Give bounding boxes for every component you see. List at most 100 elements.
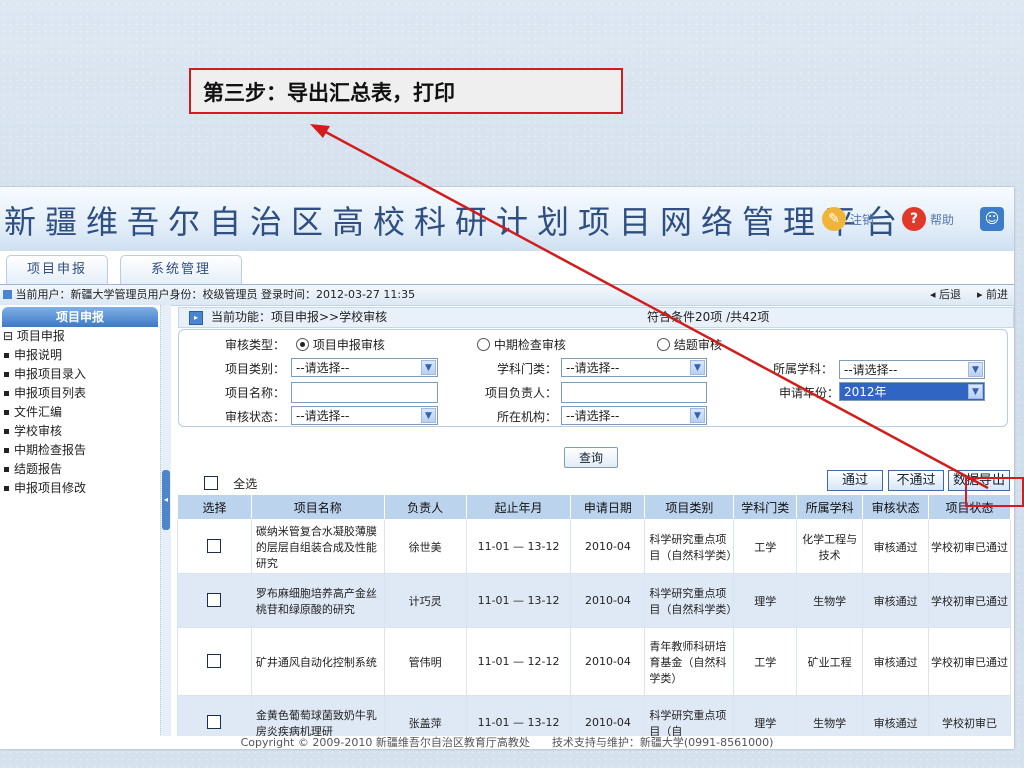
collapse-sidebar-icon[interactable]: ◂ [162, 470, 170, 530]
org-select[interactable]: --请选择-- ▼ [561, 406, 707, 425]
tab-system-manage[interactable]: 系统管理 [120, 255, 242, 284]
cell-subject: 矿业工程 [796, 627, 864, 696]
select-all[interactable]: 全选 [204, 475, 257, 492]
result-summary: 符合条件20项 /共42项 [647, 310, 770, 324]
chevron-down-icon: ▼ [968, 362, 983, 377]
select-all-label: 全选 [233, 477, 258, 491]
cell-category: 科学研究重点项目（自然科学类） [644, 519, 737, 574]
row-checkbox[interactable] [207, 593, 222, 607]
cell-audit-status: 审核通过 [862, 627, 930, 696]
project-name-input[interactable] [291, 382, 438, 403]
subject-select[interactable]: --请选择-- ▼ [839, 360, 985, 379]
info-icon [3, 290, 12, 299]
cell-period: 11-01 — 13-12 [465, 519, 572, 574]
col-apply-date: 申请日期 [570, 494, 646, 520]
table-row[interactable]: 碳纳米管复合水凝胶薄膜的层层自组装合成及性能研究 徐世美 11-01 — 13-… [177, 519, 1011, 574]
cell-audit-status: 审核通过 [862, 573, 930, 628]
year-label: 申请年份： [779, 386, 840, 400]
query-button[interactable]: 查询 [564, 447, 618, 468]
cell-leader: 徐世美 [383, 519, 467, 574]
user-status-bar: 当前用户：新疆大学管理员用户身份：校级管理员 登录时间：2012-03-27 1… [0, 285, 1014, 306]
users-button[interactable]: ☺ [980, 207, 1004, 231]
chevron-down-icon: ▼ [421, 408, 436, 423]
sidebar-item-project-list[interactable]: 申报项目列表 [0, 384, 160, 403]
audit-status-label: 审核状态： [225, 410, 286, 424]
cell-project-name: 矿井通风自动化控制系统 [250, 627, 385, 696]
cell-audit-status: 审核通过 [862, 519, 930, 574]
cell-project-status: 学校初审已通过 [928, 573, 1011, 628]
cell-leader: 管伟明 [383, 627, 467, 696]
sidebar-item-declare-notes[interactable]: 申报说明 [0, 346, 160, 365]
category-select[interactable]: --请选择-- ▼ [291, 358, 438, 377]
export-highlight-box [965, 477, 1024, 507]
radio-unchecked-icon [657, 338, 670, 351]
sidebar-item-label: 申报项目录入 [14, 367, 87, 381]
leader-label: 项目负责人： [485, 386, 558, 400]
col-project-name: 项目名称 [250, 494, 385, 520]
row-checkbox[interactable] [207, 539, 222, 553]
login-time: 登录时间：2012-03-27 11:35 [261, 288, 416, 301]
year-select[interactable]: 2012年 ▼ [839, 382, 985, 401]
select-all-checkbox[interactable] [204, 476, 218, 490]
cell-leader: 计巧灵 [383, 573, 467, 628]
current-function: 当前功能：项目申报>>学校审核 [211, 310, 388, 324]
reject-button[interactable]: 不通过 [888, 470, 944, 491]
back-button[interactable]: ◂ 后退 [930, 285, 961, 305]
project-table: 选择 项目名称 负责人 起止年月 申请日期 项目类别 学科门类 所属学科 审核状… [177, 494, 1011, 749]
row-checkbox[interactable] [207, 715, 222, 729]
project-name-label: 项目名称： [225, 386, 286, 400]
row-checkbox-cell[interactable] [177, 573, 252, 628]
cell-category: 科学研究重点项目（自然科学类） [644, 573, 737, 628]
user-role: 用户身份：校级管理员 [147, 288, 258, 301]
chevron-down-icon: ▼ [690, 360, 705, 375]
audit-status-select[interactable]: --请选择-- ▼ [291, 406, 438, 425]
cell-subject: 化学工程与技术 [796, 519, 864, 574]
tab-project-declare[interactable]: 项目申报 [6, 255, 108, 284]
radio-label: 项目申报审核 [312, 338, 385, 352]
select-value: --请选择-- [844, 363, 898, 377]
sidebar-item-school-audit[interactable]: 学校审核 [0, 422, 160, 441]
cell-discipline: 工学 [733, 627, 798, 696]
row-checkbox-cell[interactable] [177, 627, 252, 696]
sidebar-item-midterm-report[interactable]: 中期检查报告 [0, 441, 160, 460]
sidebar-header: 项目申报 [2, 307, 158, 327]
cell-period: 11-01 — 12-12 [465, 627, 572, 696]
sidebar-root[interactable]: ⊟ 项目申报 [0, 327, 160, 346]
row-checkbox-cell[interactable] [177, 519, 252, 574]
leader-input[interactable] [561, 382, 707, 403]
discipline-select[interactable]: --请选择-- ▼ [561, 358, 707, 377]
cell-project-name: 罗布麻细胞培养高产金丝桃苷和绿原酸的研究 [250, 573, 385, 628]
col-discipline: 学科门类 [733, 494, 798, 520]
sidebar-splitter[interactable]: ◂ [160, 305, 171, 749]
cell-project-status: 学校初审已通过 [928, 627, 1011, 696]
app-banner: 新疆维吾尔自治区高校科研计划项目网络管理平台 ✎ 注销 ? 帮助 ☺ [0, 187, 1014, 251]
sidebar-root-label: 项目申报 [16, 329, 65, 343]
sidebar-item-file-compile[interactable]: 文件汇编 [0, 403, 160, 422]
app-window: 新疆维吾尔自治区高校科研计划项目网络管理平台 ✎ 注销 ? 帮助 ☺ 项目申报 … [0, 187, 1014, 749]
radio-project-audit[interactable]: 项目申报审核 [296, 336, 385, 353]
logout-button[interactable]: ✎ 注销 [822, 207, 874, 231]
pass-button[interactable]: 通过 [827, 470, 883, 491]
help-button[interactable]: ? 帮助 [902, 207, 954, 231]
back-icon: ◂ [929, 288, 936, 301]
radio-midterm-audit[interactable]: 中期检查审核 [477, 336, 566, 353]
sidebar-item-label: 申报项目修改 [14, 481, 87, 495]
history-nav: ◂ 后退 ▸ 前进 [930, 285, 1008, 305]
radio-final-audit[interactable]: 结题审核 [657, 336, 722, 353]
tab-label: 项目申报 [26, 262, 87, 277]
table-row[interactable]: 罗布麻细胞培养高产金丝桃苷和绿原酸的研究 计巧灵 11-01 — 13-12 2… [177, 573, 1011, 628]
table-row[interactable]: 矿井通风自动化控制系统 管伟明 11-01 — 12-12 2010-04 青年… [177, 627, 1011, 696]
back-label: 后退 [938, 288, 961, 301]
col-period: 起止年月 [465, 494, 572, 520]
forward-button[interactable]: ▸ 前进 [977, 285, 1008, 305]
sidebar-item-final-report[interactable]: 结题报告 [0, 460, 160, 479]
cell-subject: 生物学 [796, 573, 864, 628]
sidebar: 项目申报 ⊟ 项目申报 申报说明 申报项目录入 申报项目列表 文件汇编 学校审核… [0, 305, 160, 749]
select-value: --请选择-- [296, 361, 350, 375]
row-checkbox[interactable] [207, 654, 222, 668]
logout-label: 注销 [850, 212, 875, 227]
chevron-down-icon: ▼ [690, 408, 705, 423]
forward-label: 前进 [986, 288, 1008, 301]
sidebar-item-project-edit[interactable]: 申报项目修改 [0, 479, 160, 498]
sidebar-item-project-entry[interactable]: 申报项目录入 [0, 365, 160, 384]
